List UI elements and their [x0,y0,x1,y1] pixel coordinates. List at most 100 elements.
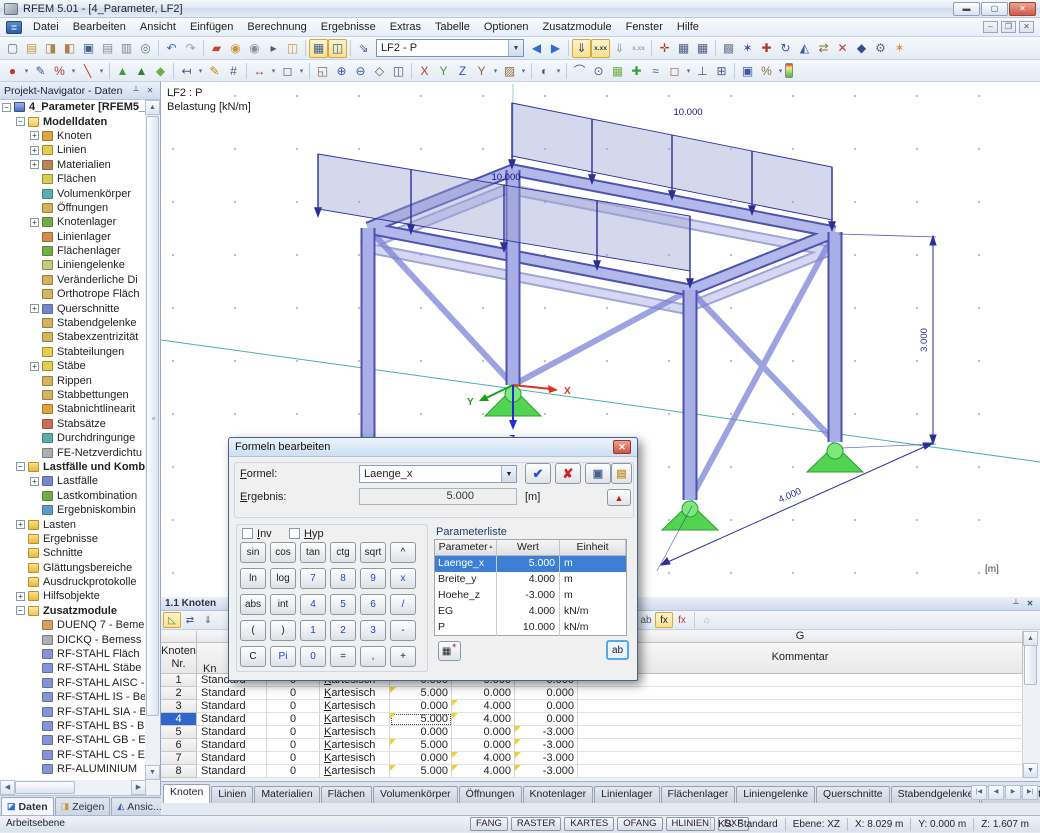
dialog-titlebar[interactable]: Formeln bearbeiten ✕ [229,438,637,457]
view-3d-icon[interactable]: ◇ [370,61,389,80]
show-results-icon[interactable]: ⇓ [610,39,629,58]
param-row-p[interactable]: P10.000kN/m [435,620,626,636]
print-preview-icon[interactable]: ◎ [136,39,155,58]
cell-coord-y[interactable]: 0.000 [452,739,515,752]
tree-item-durchdringunge[interactable]: Durchdringunge [0,431,145,445]
calc-key-x[interactable]: x [390,568,416,589]
calc-key-2[interactable]: 2 [330,620,356,641]
table-tab-materialien[interactable]: Materialien [254,786,319,803]
member-table-icon[interactable]: ▦ [693,39,712,58]
calc-key-c[interactable]: C [240,646,266,667]
divide-line-icon[interactable]: % [50,61,69,80]
pick-object-icon[interactable]: ▸ [264,39,283,58]
view-dropdown-icon[interactable]: ▾ [491,61,500,80]
divide-dropdown-icon[interactable]: ▾ [69,61,78,80]
param-row-hoehe-z[interactable]: Hoehe_z-3.000m [435,588,626,604]
scroll-left-icon[interactable]: ◀ [0,780,15,795]
calc-key-[interactable]: ^ [390,542,416,563]
node-table-icon[interactable]: ▦ [674,39,693,58]
cell-coord-x[interactable]: 0.000 [390,726,452,739]
view-minus-y-icon[interactable]: Y [472,61,491,80]
tree-item-knotenlager[interactable]: +Knotenlager [0,215,145,229]
calc-key-[interactable]: / [390,594,416,615]
fe-mesh-icon[interactable]: ✶ [738,39,757,58]
tree-item-linienlager[interactable]: Linienlager [0,230,145,244]
table-tab-knoten[interactable]: Knoten [163,784,210,803]
add-object-icon[interactable]: ✚ [627,61,646,80]
cell-coord-z[interactable]: 0.000 [515,713,578,726]
mdi-close-button[interactable]: ✕ [1019,21,1034,33]
calc-key-log[interactable]: log [270,568,296,589]
chevron-down-icon[interactable]: ▼ [508,40,523,56]
tree-item-lastf-lle[interactable]: +Lastfälle [0,474,145,488]
maximize-button[interactable]: ▢ [981,2,1008,16]
calc-key-[interactable]: - [390,620,416,641]
dock-tables-icon[interactable]: ◫ [328,39,347,58]
cell-koordinatensystem[interactable]: Kartesisch [320,752,390,765]
snap-toggle-hlinien[interactable]: HLINIEN [666,817,715,831]
fx-icon[interactable]: fx [655,612,673,628]
expand-icon[interactable]: + [16,592,25,601]
tree-item-lastkombination[interactable]: Lastkombination [0,489,145,503]
light-off-icon[interactable]: ◉ [245,39,264,58]
colorscale-icon[interactable] [785,63,793,78]
cell-coord-x[interactable]: 5.000 [390,739,452,752]
cell-koordinatensystem[interactable]: Kartesisch [320,713,390,726]
show-load-values-icon[interactable]: x.xx [591,39,610,58]
modules-icon[interactable]: ✶ [890,39,909,58]
cell-bezugsknoten[interactable]: 0 [267,726,320,739]
visibility-icon[interactable]: ◐ [535,61,554,80]
redo-icon[interactable]: ↷ [181,39,200,58]
table-tab-volumenk-rper[interactable]: Volumenkörper [373,786,458,803]
project-transfer-icon[interactable]: ⇄ [814,39,833,58]
menu-zusatzmodule[interactable]: Zusatzmodule [536,18,619,37]
rename-parameter-button[interactable]: ab [606,640,629,660]
table-tab-linienlager[interactable]: Linienlager [594,786,659,803]
zoom-out-icon[interactable]: ⊖ [351,61,370,80]
cell-coord-x[interactable]: 0.000 [390,752,452,765]
insert-member-icon[interactable]: ╲ [78,61,97,80]
expand-icon[interactable]: + [30,218,39,227]
tree-item-stabbettungen[interactable]: Stabbettungen [0,388,145,402]
visibility-dropdown-icon[interactable]: ▾ [554,61,563,80]
row-number[interactable]: 5 [161,726,197,739]
menu-extras[interactable]: Extras [383,18,428,37]
table-tab-fl-chen[interactable]: Flächen [321,786,372,803]
cell-coord-x[interactable]: 5.000 [390,765,452,778]
menu-datei[interactable]: Datei [26,18,66,37]
inv-checkbox[interactable] [242,528,253,539]
undo-icon[interactable]: ↶ [162,39,181,58]
cell-coord-x[interactable]: 0.000 [390,700,452,713]
tree-item-ver-nderliche-di[interactable]: Veränderliche Di [0,273,145,287]
collapse-icon[interactable]: − [16,606,25,615]
menu-berechnung[interactable]: Berechnung [240,18,313,37]
scroll-up-icon[interactable]: ▲ [145,100,160,115]
node-dropdown-icon[interactable]: ▾ [22,61,31,80]
tree-item-stabendgelenke[interactable]: Stabendgelenke [0,316,145,330]
tree-item-liniengelenke[interactable]: Liniengelenke [0,258,145,272]
expand-icon[interactable]: + [30,131,39,140]
cell-knotentyp[interactable]: Standard [197,687,267,700]
calc-key-int[interactable]: int [270,594,296,615]
selection-dropdown-icon[interactable]: ▾ [519,61,528,80]
zoom-in-icon[interactable]: ⊕ [332,61,351,80]
dimension-icon[interactable]: ↤ [177,61,196,80]
cell-knotentyp[interactable]: Standard [197,765,267,778]
tree-item-fe-netzverdichtu[interactable]: FE-Netzverdichtu [0,445,145,459]
calc-key-6[interactable]: 6 [360,594,386,615]
cell-bezugsknoten[interactable]: 0 [267,713,320,726]
frame-dropdown-icon[interactable]: ▾ [684,61,693,80]
save-icon[interactable]: ▣ [79,39,98,58]
cell-kommentar[interactable] [578,739,1023,752]
insert-surface-icon[interactable]: ◆ [151,61,170,80]
calc-key-ln[interactable]: ln [240,568,266,589]
table-tab-querschnitte[interactable]: Querschnitte [816,786,890,803]
param-row-breite-y[interactable]: Breite_y4.000m [435,572,626,588]
table-tab-ffnungen[interactable]: Öffnungen [459,786,522,803]
cell-bezugsknoten[interactable]: 0 [267,700,320,713]
snap-toggle-kartes[interactable]: KARTES [564,817,614,831]
tree-item-gl-ttungsbereiche[interactable]: Glättungsbereiche [0,561,145,575]
expand-icon[interactable]: + [30,477,39,486]
cell-kommentar[interactable] [578,713,1023,726]
load-formula-button[interactable]: ▤ [611,463,632,484]
